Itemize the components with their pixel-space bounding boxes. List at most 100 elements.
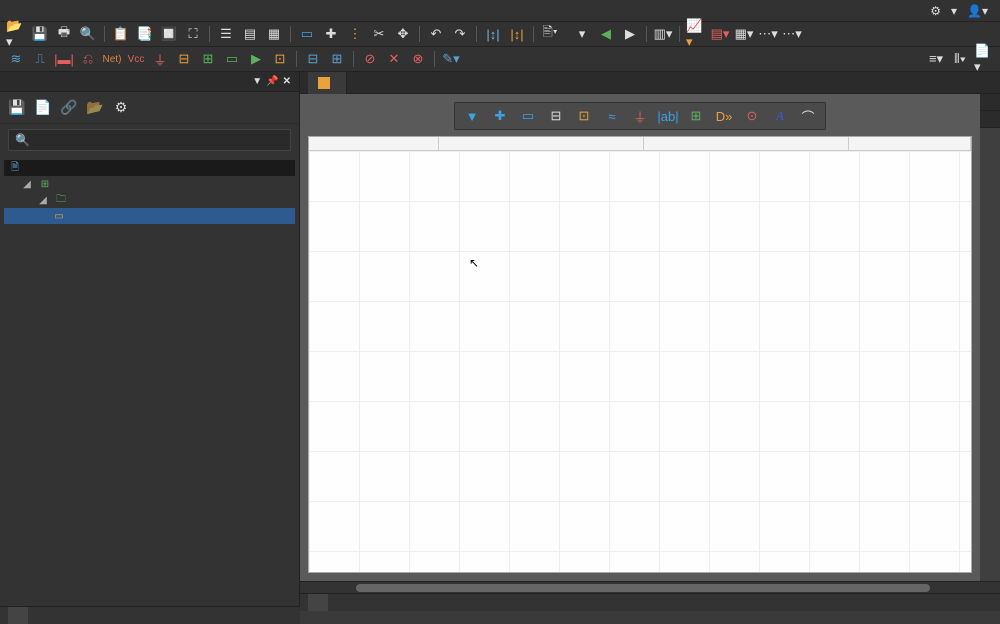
scrollbar-thumb[interactable] bbox=[356, 584, 930, 592]
search-input[interactable] bbox=[34, 133, 284, 147]
link-icon[interactable]: 🔗 bbox=[60, 99, 78, 117]
more2-icon[interactable]: ⋯▾ bbox=[782, 25, 802, 43]
sheet-icon[interactable]: ▭ bbox=[222, 50, 242, 68]
redo-icon[interactable]: ↷ bbox=[450, 25, 470, 43]
align-icon[interactable]: ▦ bbox=[264, 25, 284, 43]
place-cross-icon[interactable]: ✚ bbox=[321, 25, 341, 43]
ic-icon[interactable]: ⊡ bbox=[573, 107, 595, 125]
menu-help[interactable] bbox=[166, 9, 182, 13]
connector-icon[interactable]: D» bbox=[713, 107, 735, 125]
align-v-icon[interactable]: ⦀▾ bbox=[950, 50, 970, 68]
print-icon[interactable]: 🖶 bbox=[54, 25, 74, 43]
port2-icon[interactable]: ⊞ bbox=[198, 50, 218, 68]
bus-icon[interactable]: |▬| bbox=[54, 50, 74, 68]
tree-folder[interactable]: ◢ 🗀 bbox=[4, 192, 295, 208]
new-doc-icon[interactable]: 📄 bbox=[34, 99, 52, 117]
doc-tb-icon[interactable]: 📄▾ bbox=[974, 50, 994, 68]
del3-icon[interactable]: ⊗ bbox=[408, 50, 428, 68]
save-icon[interactable]: 💾 bbox=[30, 25, 50, 43]
path-dropdown-icon[interactable]: ▾ bbox=[572, 25, 592, 43]
filter-icon[interactable]: ▼ bbox=[461, 107, 483, 125]
open-icon[interactable]: 📂▾ bbox=[6, 25, 26, 43]
zoom-area-icon[interactable]: 🔲 bbox=[159, 25, 179, 43]
save-proj-icon[interactable]: 💾 bbox=[8, 99, 26, 117]
tab-active[interactable] bbox=[308, 72, 347, 94]
stack-icon[interactable]: ▤ bbox=[240, 25, 260, 43]
annotate-icon[interactable]: ⊙ bbox=[741, 107, 763, 125]
port-icon[interactable]: ⊞ bbox=[685, 107, 707, 125]
search-box[interactable]: 🔍 bbox=[8, 129, 291, 151]
layers-icon[interactable]: ▤▾ bbox=[710, 25, 730, 43]
wire2-icon[interactable]: ⎍ bbox=[30, 50, 50, 68]
bottom-tab-projects[interactable] bbox=[8, 607, 28, 624]
wire1-icon[interactable]: ≋ bbox=[6, 50, 26, 68]
nav-back-icon[interactable]: ◀ bbox=[596, 25, 616, 43]
canvas-area[interactable]: ▼ ✚ ▭ ⊟ ⊡ ≈ ⏚ |ab| ⊞ D» ⊙ A ⌒ bbox=[300, 94, 980, 581]
menu-project[interactable] bbox=[54, 9, 70, 13]
place-rect-icon[interactable]: ▭ bbox=[297, 25, 317, 43]
tree-project[interactable]: ◢ ⊞ bbox=[4, 176, 295, 192]
fit-icon[interactable]: ⛶ bbox=[183, 25, 203, 43]
dropdown-icon[interactable]: ▾ bbox=[951, 4, 957, 18]
tree-workspace[interactable]: 🗎 bbox=[4, 160, 295, 176]
menu-file[interactable] bbox=[6, 9, 22, 13]
cross-icon[interactable]: ✚ bbox=[489, 107, 511, 125]
wire-icon[interactable]: ≈ bbox=[601, 107, 623, 125]
collapse-icon[interactable]: ◢ bbox=[36, 193, 50, 207]
schematic-sheet[interactable]: ↖ bbox=[308, 136, 972, 573]
play-icon[interactable]: ▶ bbox=[246, 50, 266, 68]
label-icon[interactable]: |ab| bbox=[657, 107, 679, 125]
toggle-a-icon[interactable]: |↕| bbox=[483, 25, 503, 43]
arc-icon[interactable]: ⌒ bbox=[797, 107, 819, 125]
del2-icon[interactable]: ✕ bbox=[384, 50, 404, 68]
text-icon[interactable]: A bbox=[769, 107, 791, 125]
clipboard-icon[interactable]: 📋 bbox=[111, 25, 131, 43]
net-icon[interactable]: ⎌ bbox=[78, 50, 98, 68]
vcc-icon[interactable]: Vcc bbox=[126, 50, 146, 68]
cross-select-icon[interactable]: ☰ bbox=[216, 25, 236, 43]
align-h-icon[interactable]: ≡▾ bbox=[926, 50, 946, 68]
gnd-icon[interactable]: ⏚ bbox=[150, 50, 170, 68]
browse-icon[interactable]: 🖹▾ bbox=[540, 25, 560, 43]
tree-doc[interactable]: ▭ bbox=[4, 208, 295, 224]
copy-icon[interactable]: 📑 bbox=[135, 25, 155, 43]
ic1-icon[interactable]: ⊟ bbox=[303, 50, 323, 68]
dropdown-icon[interactable]: ▼ bbox=[252, 76, 262, 87]
side-tab-libraries[interactable] bbox=[980, 94, 1000, 111]
cut-icon[interactable]: ✂ bbox=[369, 25, 389, 43]
gear-proj-icon[interactable]: ⚙ bbox=[112, 99, 130, 117]
menu-edit[interactable] bbox=[22, 9, 38, 13]
list-icon[interactable]: ▥▾ bbox=[653, 25, 673, 43]
place-dots-icon[interactable]: ⋮ bbox=[345, 25, 365, 43]
menu-place[interactable] bbox=[70, 9, 86, 13]
component-icon[interactable]: ⊟ bbox=[545, 107, 567, 125]
preview-icon[interactable]: 🔍 bbox=[78, 25, 98, 43]
collapse-icon[interactable]: ◢ bbox=[20, 177, 34, 191]
undo-icon[interactable]: ↶ bbox=[426, 25, 446, 43]
netlabel-icon[interactable]: Net) bbox=[102, 50, 122, 68]
grid-icon[interactable]: ▦▾ bbox=[734, 25, 754, 43]
menu-view[interactable] bbox=[38, 9, 54, 13]
move-icon[interactable]: ✥ bbox=[393, 25, 413, 43]
gear-icon[interactable]: ⚙ bbox=[930, 4, 941, 18]
del1-icon[interactable]: ⊘ bbox=[360, 50, 380, 68]
nav-fwd-icon[interactable]: ▶ bbox=[620, 25, 640, 43]
bottom-tab-navigator[interactable] bbox=[28, 607, 48, 624]
menu-tools[interactable] bbox=[102, 9, 118, 13]
comp-icon[interactable]: ⊡ bbox=[270, 50, 290, 68]
port1-icon[interactable]: ⊟ bbox=[174, 50, 194, 68]
ic2-icon[interactable]: ⊞ bbox=[327, 50, 347, 68]
more1-icon[interactable]: ⋯▾ bbox=[758, 25, 778, 43]
pin-icon[interactable]: 📌 bbox=[266, 76, 278, 87]
menu-simulate[interactable] bbox=[118, 9, 134, 13]
menu-design[interactable] bbox=[86, 9, 102, 13]
menu-window[interactable] bbox=[150, 9, 166, 13]
folder-icon[interactable]: 📂 bbox=[86, 99, 104, 117]
toggle-b-icon[interactable]: |↕| bbox=[507, 25, 527, 43]
user-icon[interactable]: 👤▾ bbox=[967, 4, 988, 18]
close-icon[interactable]: ✕ bbox=[283, 76, 291, 87]
menu-report[interactable] bbox=[134, 9, 150, 13]
pen-icon[interactable]: ✎▾ bbox=[441, 50, 461, 68]
chart-icon[interactable]: 📈▾ bbox=[686, 25, 706, 43]
h-scrollbar[interactable] bbox=[300, 581, 1000, 593]
